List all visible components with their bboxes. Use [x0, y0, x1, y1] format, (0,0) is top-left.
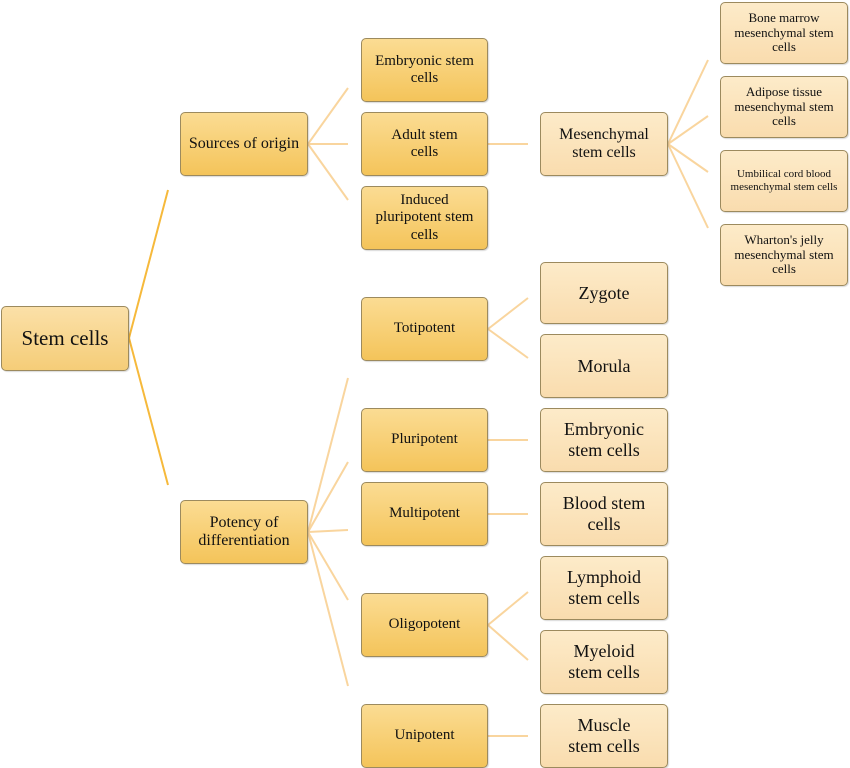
connector: [488, 439, 528, 515]
node-embryonic-example: Embryonic stem cells: [540, 408, 668, 472]
root-node: Stem cells: [1, 306, 129, 371]
node-umbilical-msc: Umbilical cord blood mesenchymal stem ce…: [720, 150, 848, 212]
stem-cell-classification-diagram: Stem cells Sources of origin Potency of …: [0, 0, 850, 768]
node-unipotent: Unipotent: [361, 704, 488, 768]
node-morula: Morula: [540, 334, 668, 398]
node-lymphoid: Lymphoid stem cells: [540, 556, 668, 620]
node-adult: Adult stem cells: [361, 112, 488, 176]
node-myeloid: Myeloid stem cells: [540, 630, 668, 694]
node-totipotent: Totipotent: [361, 297, 488, 361]
node-blood: Blood stem cells: [540, 482, 668, 546]
node-muscle: Muscle stem cells: [540, 704, 668, 768]
node-embryonic: Embryonic stem cells: [361, 38, 488, 102]
connector: [307, 377, 349, 687]
node-pluripotent: Pluripotent: [361, 408, 488, 472]
connector: [667, 59, 709, 229]
node-adipose-msc: Adipose tissue mesenchymal stem cells: [720, 76, 848, 138]
node-multipotent: Multipotent: [361, 482, 488, 546]
node-induced-pluripotent: Induced pluripotent stem cells: [361, 186, 488, 250]
node-whartons-jelly-msc: Wharton's jelly mesenchymal stem cells: [720, 224, 848, 286]
node-sources-of-origin: Sources of origin: [180, 112, 308, 176]
connector: [487, 297, 529, 359]
node-oligopotent: Oligopotent: [361, 593, 488, 657]
connector: [307, 87, 349, 201]
connector: [487, 591, 529, 737]
connector: [128, 189, 169, 486]
node-zygote: Zygote: [540, 262, 668, 324]
node-bone-marrow-msc: Bone marrow mesenchymal stem cells: [720, 2, 848, 64]
node-potency: Potency of differentiation: [180, 500, 308, 564]
node-mesenchymal: Mesenchymal stem cells: [540, 112, 668, 176]
